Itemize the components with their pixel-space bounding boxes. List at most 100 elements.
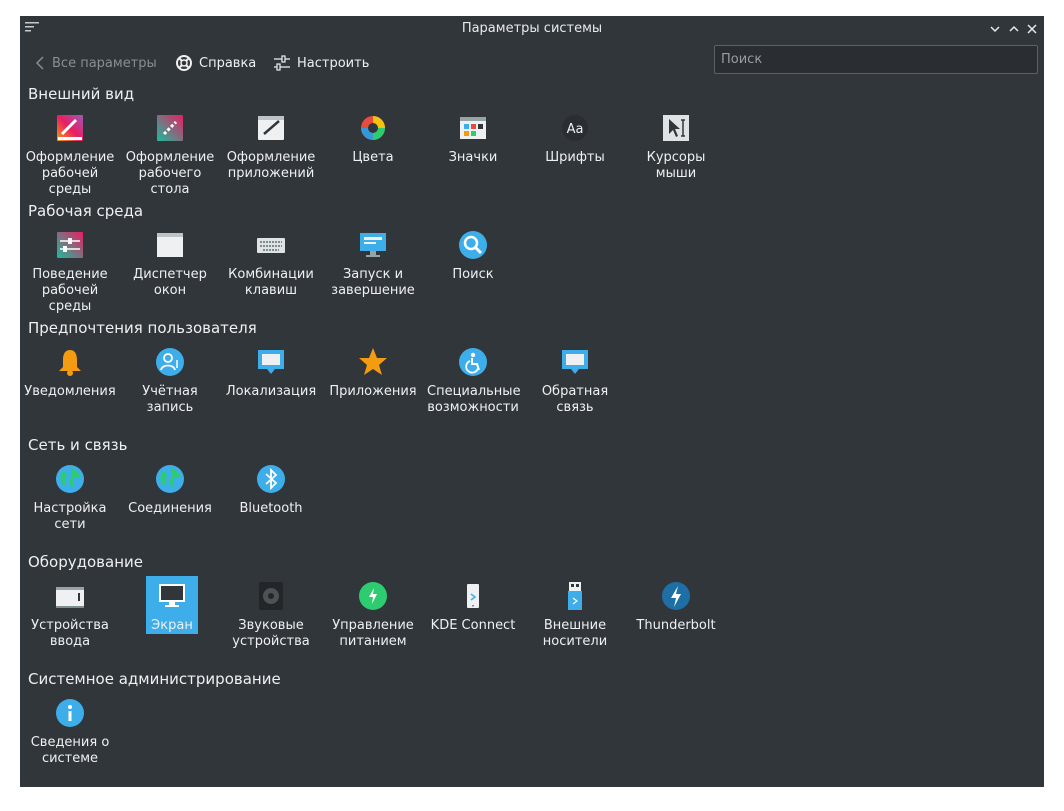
tile-bluetooth[interactable]: Bluetooth (225, 463, 317, 517)
speaker-icon (259, 582, 283, 610)
tile-label: KDE Connect (430, 618, 516, 633)
back-label: Все параметры (52, 55, 157, 71)
tile-workspace-theme[interactable]: Оформление рабочей среды (24, 112, 116, 198)
search-input[interactable] (714, 45, 1038, 74)
tile-label: Thunderbolt (636, 618, 716, 633)
tile-network-settings[interactable]: Настройка сети (24, 463, 116, 533)
tile-label: Оформление приложений (226, 150, 316, 181)
help-button[interactable]: Справка (175, 52, 256, 74)
tile-kde-connect[interactable]: KDE Connect (427, 580, 519, 634)
cursors-icon (663, 115, 689, 141)
tile-label: Курсоры мыши (646, 150, 706, 181)
user-account-icon (156, 348, 184, 376)
tile-audio[interactable]: Звуковые устройства (225, 580, 317, 650)
tile-label: Специальные возможности (427, 384, 521, 415)
tile-label: Комбинации клавиш (228, 267, 314, 298)
workspace-behavior-icon (57, 232, 83, 258)
tile-icons[interactable]: Значки (427, 112, 519, 166)
tile-startup-shutdown[interactable]: Запуск и завершение (327, 229, 419, 299)
tile-label: Значки (448, 150, 498, 165)
tile-notifications[interactable]: Уведомления (24, 346, 116, 400)
tile-user-account[interactable]: Учётная запись (124, 346, 216, 416)
tile-system-info[interactable]: Сведения о системе (24, 697, 116, 767)
all-settings-back-button[interactable]: Все параметры (34, 52, 157, 74)
tile-power[interactable]: Управление питанием (327, 580, 419, 650)
bell-icon (59, 350, 81, 376)
tile-search[interactable]: Поиск (427, 229, 519, 283)
configure-sliders-icon (273, 54, 291, 72)
tile-label: Цвета (352, 150, 394, 165)
tile-label: Экран (151, 618, 193, 633)
configure-button[interactable]: Настроить (273, 52, 369, 74)
window-manager-icon (157, 233, 183, 257)
search-icon (459, 231, 487, 259)
category-title-hardware: Оборудование (28, 553, 143, 571)
settings-window: Параметры системы Все параметры Справка … (20, 16, 1044, 787)
fonts-icon: Aa (562, 115, 588, 141)
accessibility-icon (459, 348, 487, 376)
workspace-theme-icon (57, 115, 83, 141)
globe-icon (156, 465, 184, 493)
tile-feedback[interactable]: Обратная связь (529, 346, 621, 416)
tile-label: Локализация (225, 384, 317, 399)
minimize-icon[interactable] (986, 20, 1004, 38)
maximize-icon[interactable] (1005, 20, 1023, 38)
tile-accessibility[interactable]: Специальные возможности (427, 346, 521, 416)
tile-label: Устройства ввода (31, 618, 109, 649)
tile-desktop-theme[interactable]: Оформление рабочего стола (124, 112, 216, 198)
info-icon (56, 699, 84, 727)
tile-label: Учётная запись (142, 384, 198, 415)
tile-removable-storage[interactable]: Внешние носители (529, 580, 621, 650)
tile-label: Bluetooth (239, 501, 303, 516)
tile-label: Поведение рабочей среды (32, 267, 108, 314)
tile-window-manager[interactable]: Диспетчер окон (124, 229, 216, 299)
feedback-icon (562, 350, 588, 374)
tile-label: Поиск (452, 267, 494, 282)
tile-application-style[interactable]: Оформление приложений (225, 112, 317, 182)
category-title-workspace: Рабочая среда (28, 202, 144, 220)
tile-display[interactable]: Экран (146, 576, 198, 634)
tile-label: Обратная связь (541, 384, 609, 415)
tile-thunderbolt[interactable]: Thunderbolt (630, 580, 722, 634)
usb-drive-icon (568, 582, 582, 610)
category-title-appearance: Внешний вид (28, 85, 135, 103)
bluetooth-icon (257, 465, 285, 493)
input-devices-icon (56, 587, 84, 608)
tile-workspace-behavior[interactable]: Поведение рабочей среды (24, 229, 116, 315)
thunderbolt-icon (662, 582, 690, 610)
tile-label: Сведения о системе (30, 735, 110, 766)
keyboard-icon (257, 238, 285, 253)
globe-icon (56, 465, 84, 493)
close-icon[interactable] (1023, 20, 1041, 38)
tile-input-devices[interactable]: Устройства ввода (24, 580, 116, 650)
window-title: Параметры системы (461, 21, 603, 36)
icons-icon (460, 117, 486, 139)
tile-label: Соединения (128, 501, 212, 516)
tile-label: Шрифты (545, 150, 605, 165)
tile-applications[interactable]: Приложения (327, 346, 419, 400)
tile-shortcuts[interactable]: Комбинации клавиш (225, 229, 317, 299)
back-arrow-icon (34, 55, 46, 71)
tile-label: Управление питанием (332, 618, 414, 649)
tile-label: Диспетчер окон (133, 267, 207, 298)
tile-label: Уведомления (24, 384, 116, 399)
tile-label: Оформление рабочей среды (25, 150, 115, 197)
star-icon (359, 348, 387, 375)
power-icon (359, 582, 387, 610)
tile-cursors[interactable]: Курсоры мыши (630, 112, 722, 182)
tile-label: Настройка сети (33, 501, 107, 532)
tile-label: Внешние носители (542, 618, 608, 649)
colors-icon (361, 116, 385, 140)
tile-localization[interactable]: Локализация (225, 346, 317, 400)
title-bar: Параметры системы (20, 16, 1044, 44)
svg-text:Aa: Aa (567, 122, 584, 137)
category-title-network: Сеть и связь (28, 436, 128, 454)
tile-connections[interactable]: Соединения (124, 463, 216, 517)
tile-fonts[interactable]: Aa Шрифты (529, 112, 621, 166)
startup-shutdown-icon (360, 233, 386, 257)
tile-label: Звуковые устройства (232, 618, 310, 649)
display-icon (159, 584, 185, 607)
application-style-icon (258, 116, 284, 140)
tile-colors[interactable]: Цвета (327, 112, 419, 166)
category-title-system-administration: Системное администрирование (28, 670, 281, 688)
